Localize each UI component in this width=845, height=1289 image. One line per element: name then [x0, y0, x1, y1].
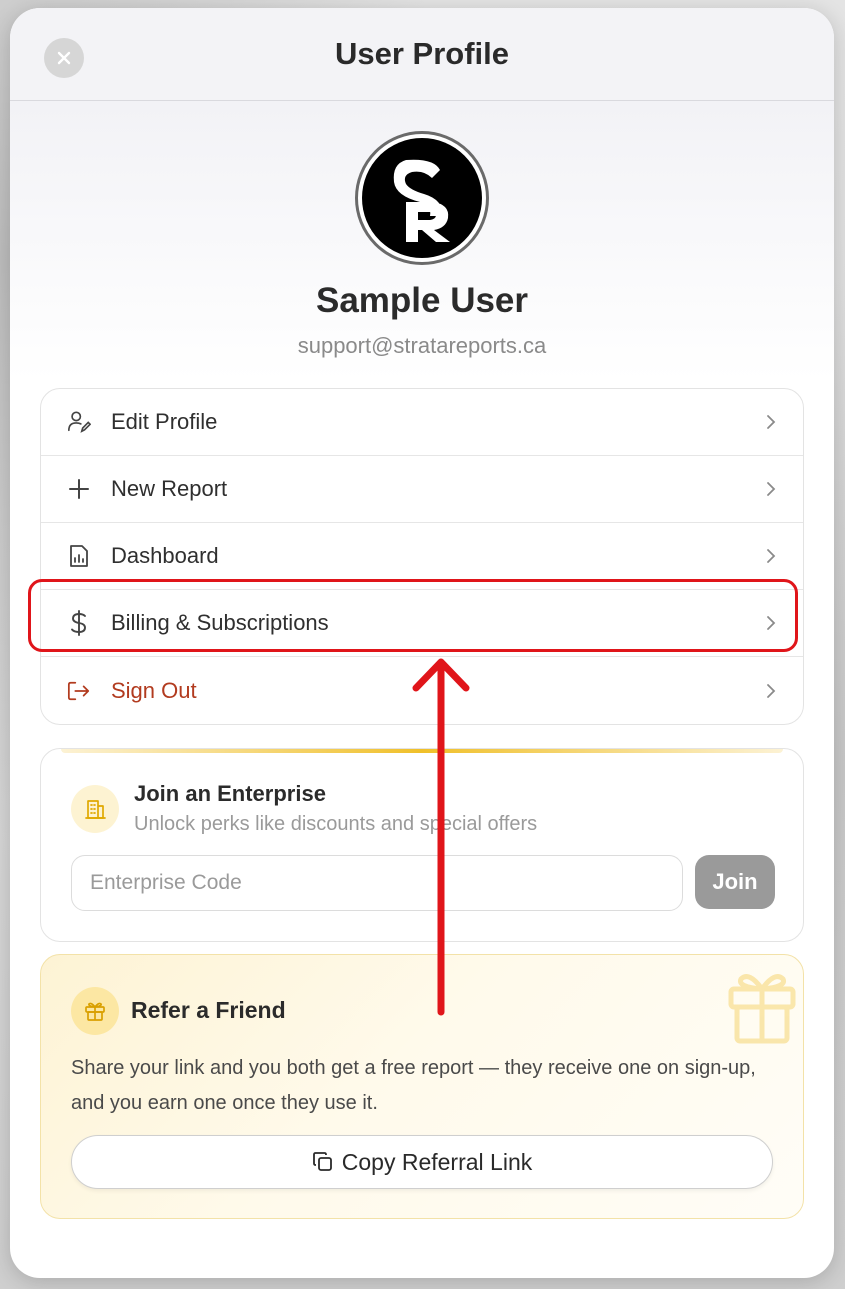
gift-decoration-icon: [728, 974, 796, 1044]
chevron-right-icon: [767, 415, 776, 429]
user-name: Sample User: [315, 281, 529, 320]
enterprise-title: Join an Enterprise: [134, 781, 326, 806]
user-edit-icon: [67, 410, 91, 434]
menu-item-sign-out[interactable]: Sign Out: [41, 657, 803, 724]
chevron-right-icon: [767, 616, 776, 630]
modal-title: User Profile: [334, 36, 509, 71]
profile-menu: Edit Profile New Report Dashboard Billin…: [40, 388, 804, 725]
enterprise-card: Join an Enterprise Unlock perks like dis…: [40, 748, 804, 942]
menu-item-billing-subscriptions[interactable]: Billing & Subscriptions: [41, 590, 803, 657]
chevron-right-icon: [767, 549, 776, 563]
menu-label: Edit Profile: [111, 409, 218, 434]
enterprise-code-input[interactable]: [71, 855, 683, 911]
menu-label: Billing & Subscriptions: [111, 610, 329, 635]
report-chart-icon: [67, 544, 91, 568]
user-email: support@stratareports.ca: [297, 333, 547, 358]
sign-out-icon: [67, 679, 91, 703]
close-icon: [57, 51, 71, 65]
chevron-right-icon: [767, 482, 776, 496]
join-button[interactable]: Join: [695, 855, 775, 909]
copy-referral-link-button[interactable]: Copy Referral Link: [71, 1135, 773, 1189]
modal-header: User Profile: [10, 8, 834, 101]
building-icon: [71, 785, 119, 833]
menu-item-new-report[interactable]: New Report: [41, 456, 803, 523]
enterprise-subtitle: Unlock perks like discounts and special …: [134, 813, 538, 835]
avatar-logo: [362, 138, 482, 258]
menu-item-dashboard[interactable]: Dashboard: [41, 523, 803, 590]
gift-icon: [71, 987, 119, 1035]
user-profile-modal: User Profile Sample User support@stratar…: [10, 8, 834, 1278]
menu-label: New Report: [111, 476, 228, 501]
copy-referral-label: Copy Referral Link: [341, 1148, 533, 1175]
chevron-right-icon: [767, 683, 776, 698]
profile-hero: Sample User support@stratareports.ca: [10, 101, 834, 381]
copy-icon: [312, 1152, 332, 1171]
refer-friend-card: Refer a Friend Share your link and you b…: [40, 954, 804, 1219]
avatar[interactable]: [355, 131, 489, 265]
plus-icon: [67, 477, 91, 501]
menu-label: Dashboard: [111, 543, 219, 568]
dollar-icon: [67, 610, 91, 636]
refer-title: Refer a Friend: [131, 997, 286, 1023]
menu-item-edit-profile[interactable]: Edit Profile: [41, 389, 803, 456]
menu-label: Sign Out: [111, 677, 197, 703]
refer-description: Share your link and you both get a free …: [71, 1057, 756, 1114]
close-button[interactable]: [44, 38, 84, 78]
